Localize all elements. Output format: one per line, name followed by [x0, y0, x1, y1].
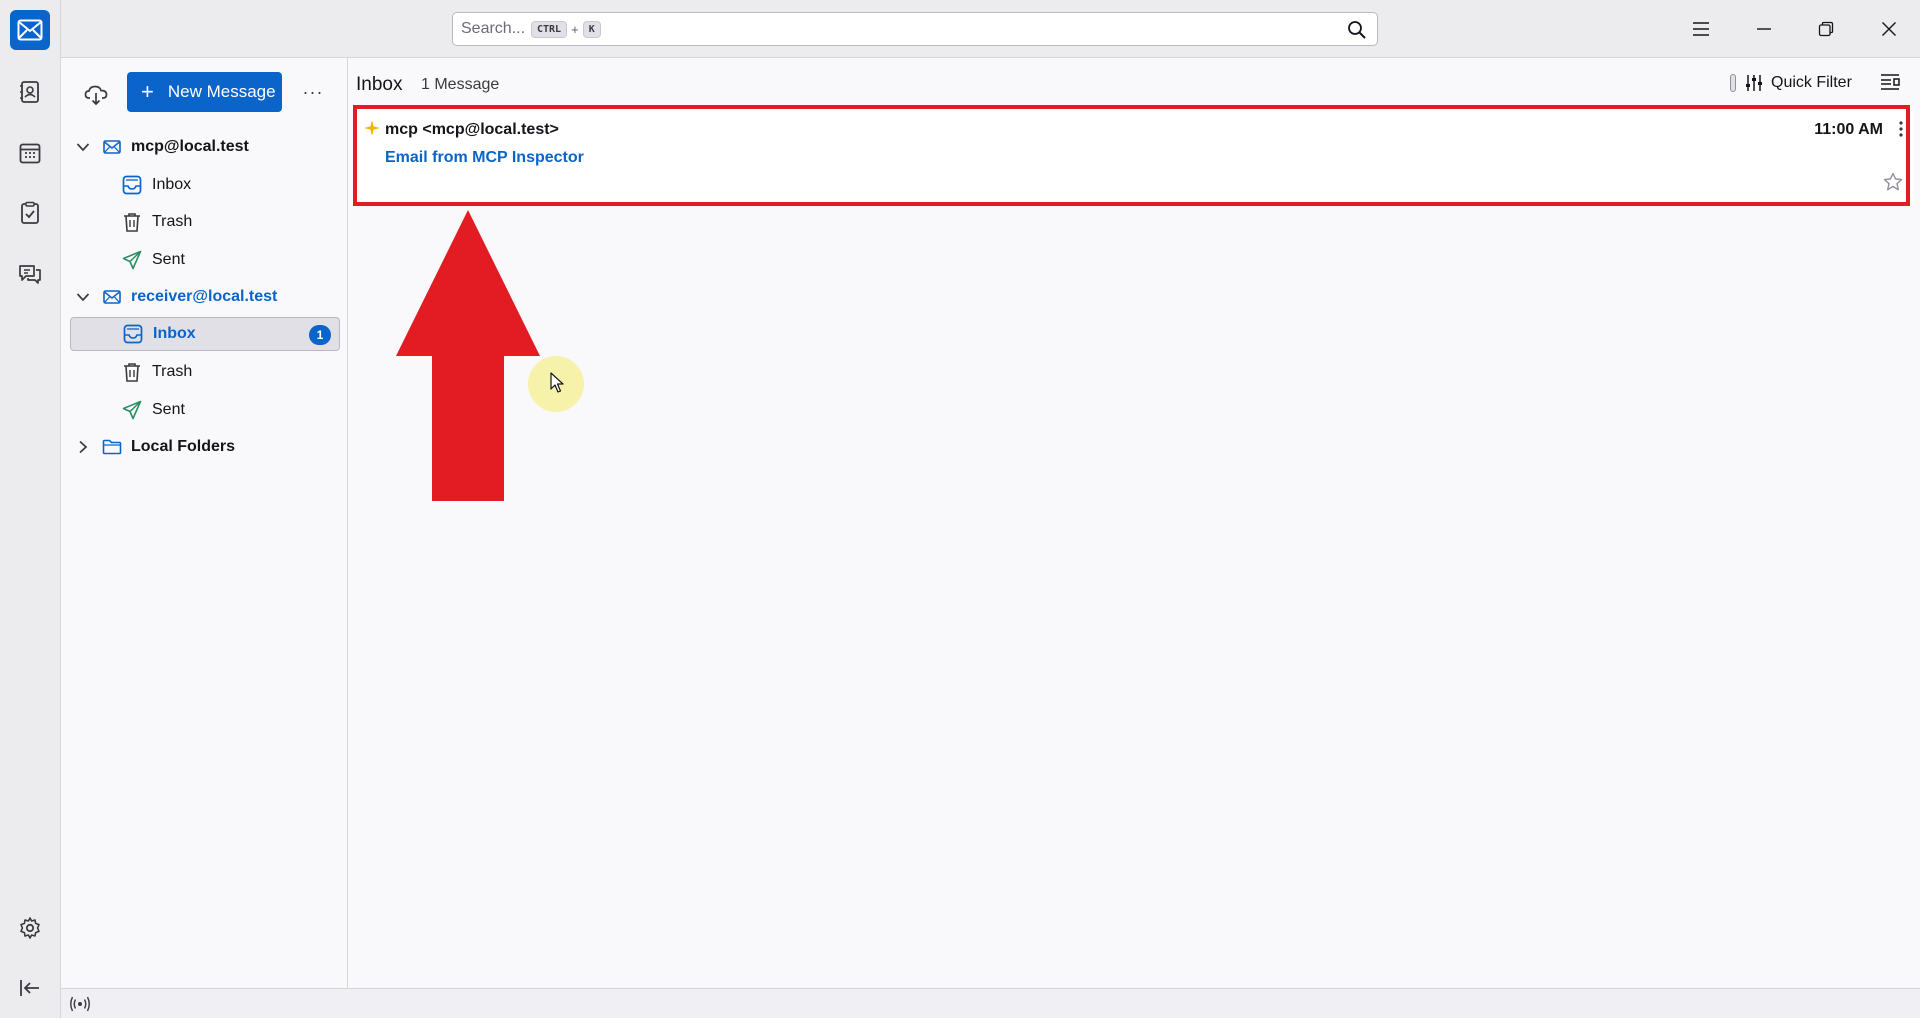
account-row-mcp[interactable]: mcp@local.test: [70, 130, 340, 164]
settings-button[interactable]: [10, 908, 50, 948]
account-row-receiver[interactable]: receiver@local.test: [70, 280, 340, 314]
minimize-icon: [1757, 28, 1771, 30]
address-book-icon: [20, 81, 39, 103]
calendar-icon: [19, 143, 41, 164]
inbox-icon: [121, 175, 143, 195]
folder-trash[interactable]: Trash: [70, 355, 340, 389]
restore-button[interactable]: [1806, 10, 1846, 48]
star-icon[interactable]: [1883, 172, 1903, 192]
mail-space-button[interactable]: [10, 10, 50, 50]
folder-title: Inbox: [356, 74, 403, 95]
minimize-button[interactable]: [1744, 10, 1784, 48]
new-message-sparkle-icon: [364, 120, 380, 136]
search-icon[interactable]: [1347, 20, 1367, 40]
mail-icon: [17, 19, 43, 41]
sent-icon: [121, 250, 143, 270]
collapse-spaces-button[interactable]: [10, 968, 50, 1008]
message-list-header: Inbox 1 Message Quick Filter: [348, 58, 1920, 108]
plus-icon: +: [141, 79, 154, 104]
unread-count-badge: 1: [309, 325, 331, 345]
message-sender: mcp <mcp@local.test>: [385, 121, 559, 138]
message-row[interactable]: mcp <mcp@local.test> Email from MCP Insp…: [355, 108, 1914, 204]
folder-inbox-selected[interactable]: Inbox 1: [70, 317, 340, 351]
trash-icon: [121, 212, 143, 232]
quick-filter-toggle[interactable]: [1730, 74, 1736, 92]
message-list-pane: Inbox 1 Message Quick Filter mcp <mcp@lo…: [348, 58, 1920, 988]
chevron-down-icon[interactable]: [73, 292, 93, 302]
chat-space-button[interactable]: [10, 254, 50, 294]
folder-sent[interactable]: Sent: [70, 243, 340, 277]
folder-inbox[interactable]: Inbox: [70, 168, 340, 202]
folder-label: Sent: [152, 401, 185, 418]
status-bar: [61, 988, 1920, 1018]
new-message-label: New Message: [167, 82, 276, 101]
chevron-down-icon[interactable]: [73, 142, 93, 152]
tasks-icon: [21, 201, 39, 224]
inbox-icon: [122, 324, 144, 344]
local-folders-row[interactable]: Local Folders: [70, 430, 340, 464]
cloud-download-icon: [84, 85, 108, 106]
spaces-toolbar: [0, 0, 61, 1018]
tasks-space-button[interactable]: [10, 193, 50, 233]
quick-filter-button[interactable]: Quick Filter: [1771, 74, 1852, 92]
calendar-space-button[interactable]: [10, 133, 50, 173]
up-arrow-annotation: [396, 210, 540, 501]
account-mail-icon: [101, 140, 123, 154]
folder-sent[interactable]: Sent: [70, 393, 340, 427]
message-subject: Email from MCP Inspector: [385, 149, 584, 166]
search-box[interactable]: CTRL + K: [452, 12, 1378, 46]
folder-label: Trash: [152, 363, 193, 380]
mouse-pointer-icon: [550, 372, 564, 393]
folder-label: Trash: [152, 213, 193, 230]
local-folders-label: Local Folders: [131, 438, 236, 455]
shortcut-plus: +: [571, 21, 579, 37]
account-name: receiver@local.test: [131, 288, 278, 305]
account-mail-icon: [101, 290, 123, 304]
collapse-left-icon: [20, 980, 39, 996]
chat-icon: [19, 265, 41, 284]
folder-icon: [101, 439, 123, 455]
folder-pane: + New Message ··· mcp@local.test Inbox T…: [61, 58, 348, 988]
folder-trash[interactable]: Trash: [70, 205, 340, 239]
trash-icon: [121, 362, 143, 382]
new-message-button[interactable]: + New Message: [127, 72, 282, 112]
folder-label: Sent: [152, 251, 185, 268]
chevron-right-icon[interactable]: [73, 440, 93, 454]
folder-pane-more-button[interactable]: ···: [297, 76, 329, 108]
title-bar: CTRL + K: [61, 0, 1920, 58]
shortcut-key: K: [582, 20, 601, 38]
sent-icon: [121, 400, 143, 420]
folder-label: Inbox: [152, 176, 192, 193]
account-name: mcp@local.test: [131, 138, 249, 155]
online-status-icon[interactable]: [69, 996, 91, 1012]
restore-icon: [1818, 21, 1834, 37]
list-display-options-icon[interactable]: [1880, 72, 1900, 92]
folder-label: Inbox: [153, 325, 196, 342]
more-vertical-icon[interactable]: [1898, 120, 1904, 138]
address-book-space-button[interactable]: [10, 72, 50, 112]
close-button[interactable]: [1869, 10, 1909, 48]
message-count: 1 Message: [421, 76, 500, 93]
filter-sliders-icon[interactable]: [1744, 73, 1764, 93]
close-icon: [1882, 22, 1896, 36]
search-input[interactable]: [461, 20, 527, 38]
message-date: 11:00 AM: [1814, 121, 1883, 138]
shortcut-mod-key: CTRL: [531, 20, 568, 38]
get-messages-button[interactable]: [78, 77, 114, 113]
hamburger-icon: [1693, 22, 1709, 36]
gear-icon: [20, 917, 40, 939]
app-menu-button[interactable]: [1681, 10, 1721, 48]
